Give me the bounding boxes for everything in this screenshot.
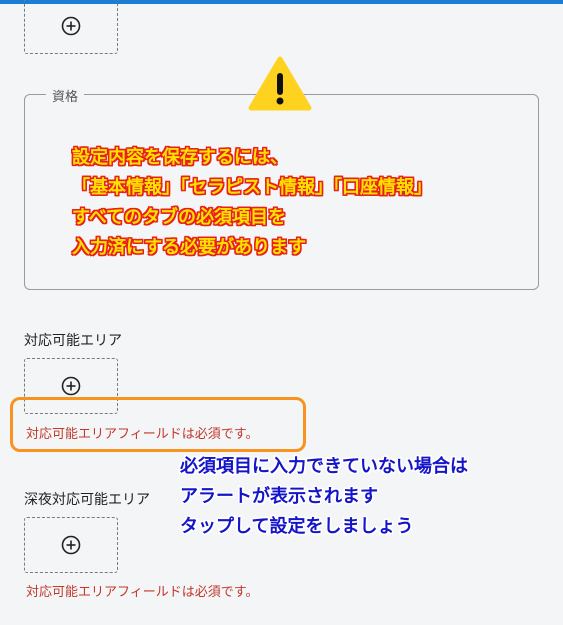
annotation-line: 必須項目に入力できていない場合は — [180, 456, 468, 477]
notice-line: 設定内容を保存するには、 — [72, 147, 288, 168]
plus-circle-icon — [61, 376, 81, 396]
notice-line: 「基本情報」「セラピスト情報」「口座情報」 — [72, 177, 432, 198]
warning-triangle-icon — [248, 56, 312, 111]
night-service-area-error[interactable]: 対応可能エリアフィールドは必須です。 — [26, 581, 258, 600]
annotation-line: アラートが表示されます — [180, 486, 378, 507]
error-highlight-outline — [10, 397, 306, 452]
annotation-line: タップして設定をしましょう — [180, 516, 414, 537]
night-service-area-label: 深夜対応可能エリア — [24, 492, 150, 508]
required-notice: 設定内容を保存するには、 「基本情報」「セラピスト情報」「口座情報」 すべてのタ… — [72, 143, 532, 263]
alert-annotation: 必須項目に入力できていない場合は アラートが表示されます タップして設定をしまし… — [180, 452, 560, 542]
add-image-button-top[interactable] — [24, 0, 118, 54]
service-area-label: 対応可能エリア — [24, 333, 122, 349]
plus-circle-icon — [61, 535, 81, 555]
notice-line: 入力済にする必要があります — [72, 237, 307, 258]
notice-line: すべてのタブの必須項目を — [72, 207, 287, 228]
plus-circle-icon — [61, 16, 81, 36]
add-night-service-area-button[interactable] — [24, 517, 118, 573]
qualification-legend: 資格 — [46, 86, 85, 105]
